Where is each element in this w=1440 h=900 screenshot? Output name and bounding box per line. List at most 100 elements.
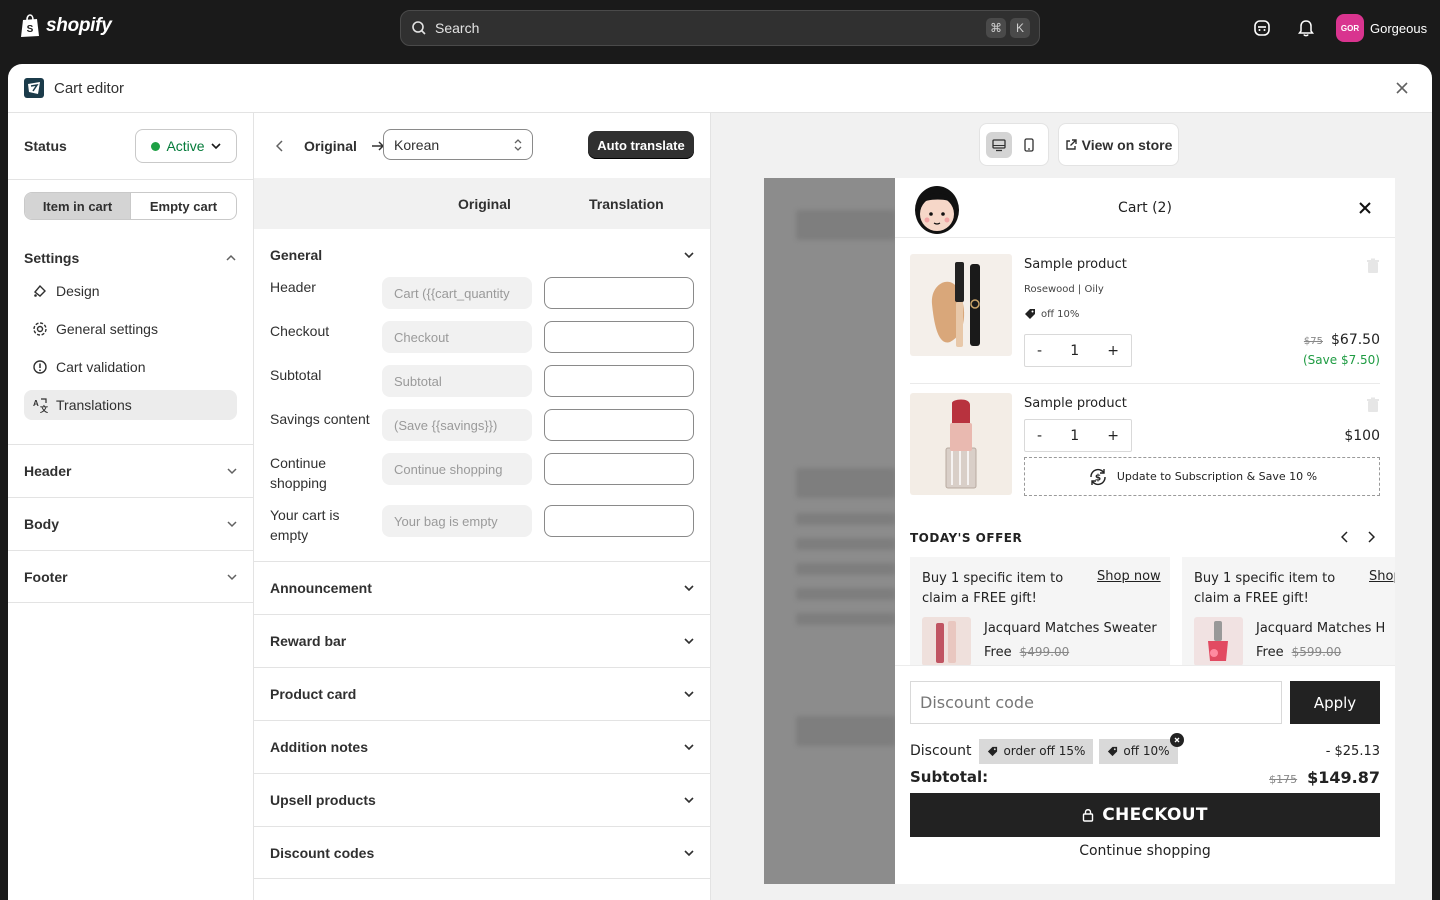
empty-cart-tab[interactable]: Empty cart <box>131 193 236 219</box>
auto-translate-button[interactable]: Auto translate <box>588 131 694 159</box>
target-language-select[interactable]: Korean <box>383 129 533 160</box>
svg-text:A: A <box>33 399 39 408</box>
quantity-stepper[interactable]: - 1 + <box>1024 334 1132 367</box>
desktop-icon[interactable] <box>986 131 1012 158</box>
preview-panel: View on store Cart (2) Sample product Ro… <box>711 113 1432 900</box>
device-toggle <box>979 123 1049 166</box>
current-price: $100 <box>1344 428 1380 444</box>
offer-card: Buy 1 specific item to claim a FREE gift… <box>910 557 1170 665</box>
product-image[interactable] <box>910 254 1012 356</box>
bell-icon[interactable] <box>1296 18 1316 38</box>
section-header[interactable]: Header <box>8 444 254 497</box>
nav-item-design[interactable]: Design <box>24 276 237 306</box>
discount-row: Discount order off 15% off 10% - $25.13 <box>910 732 1380 764</box>
chevron-down-icon <box>227 573 237 580</box>
offer-product-image[interactable] <box>922 617 971 665</box>
section-announcement[interactable]: Announcement <box>254 561 710 614</box>
field-label: Subtotal <box>270 367 322 383</box>
sidekick-icon[interactable] <box>1252 18 1272 38</box>
chevron-down-icon <box>684 849 694 856</box>
section-discount-codes[interactable]: Discount codes <box>254 826 710 879</box>
section-footer[interactable]: Footer <box>8 550 254 603</box>
source-language: Original <box>304 137 357 154</box>
original-column-header: Original <box>458 195 511 212</box>
subtotal-row: Subtotal: $175 $149.87 <box>910 766 1380 788</box>
cart-title: Cart (2) <box>1118 199 1172 216</box>
remove-tag-icon[interactable] <box>1169 732 1184 747</box>
cart-editor-modal: Cart editor Status Active Item in cart E… <box>8 64 1432 900</box>
plus-icon[interactable]: + <box>1107 343 1119 359</box>
cart-drawer-preview: Cart (2) Sample product Rosewood | Oily … <box>895 178 1395 884</box>
section-upsell-products[interactable]: Upsell products <box>254 773 710 826</box>
shop-now-link[interactable]: Shop now <box>1369 569 1395 584</box>
minus-icon[interactable]: - <box>1037 343 1042 359</box>
checkout-label: CHECKOUT <box>1102 805 1208 825</box>
original-value: (Save {{savings}}) <box>382 409 532 441</box>
store-menu[interactable]: GOR Gorgeous <box>1336 14 1427 42</box>
offer-product-image[interactable] <box>1194 617 1243 665</box>
svg-text:$: $ <box>1095 473 1101 483</box>
general-section-header[interactable]: General <box>254 229 710 281</box>
chevron-right-icon[interactable] <box>1363 529 1379 545</box>
status-dot-icon <box>151 141 161 151</box>
section-label: Discount codes <box>270 844 375 861</box>
nav-label: Design <box>56 283 100 299</box>
nav-item-general-settings[interactable]: General settings <box>24 314 237 344</box>
settings-sidebar: Status Active Item in cart Empty cart Se… <box>8 113 254 900</box>
shortcut-k-key: K <box>1010 18 1030 38</box>
section-body[interactable]: Body <box>8 497 254 550</box>
checkout-button[interactable]: CHECKOUT <box>910 793 1380 837</box>
nav-item-cart-validation[interactable]: Cart validation <box>24 352 237 382</box>
translation-input[interactable] <box>544 505 694 537</box>
product-name[interactable]: Sample product <box>1024 396 1127 411</box>
product-image[interactable] <box>910 393 1012 495</box>
free-label: Free <box>1256 645 1284 660</box>
subtotal-old: $175 <box>1269 772 1298 786</box>
discount-text: off 10% <box>1041 308 1080 320</box>
close-icon[interactable] <box>1392 78 1412 98</box>
search-bar[interactable]: Search ⌘ K <box>400 10 1040 46</box>
chevron-up-icon <box>226 254 236 261</box>
back-chevron-icon[interactable] <box>270 136 290 156</box>
apply-button[interactable]: Apply <box>1290 681 1380 724</box>
nav-item-translations[interactable]: A文 Translations <box>24 390 237 420</box>
minus-icon[interactable]: - <box>1037 428 1042 444</box>
mobile-icon[interactable] <box>1016 132 1042 158</box>
discount-tag: off 10% <box>1099 732 1184 764</box>
offer-card: Buy 1 specific item to claim a FREE gift… <box>1182 557 1395 665</box>
continue-shopping-link[interactable]: Continue shopping <box>895 843 1395 859</box>
plus-icon[interactable]: + <box>1107 428 1119 444</box>
translation-column-header: Translation <box>589 195 664 212</box>
savings-text: (Save $7.50) <box>1303 353 1380 367</box>
select-arrows-icon <box>514 138 522 151</box>
item-in-cart-tab[interactable]: Item in cart <box>25 193 131 219</box>
translation-input[interactable] <box>544 365 694 397</box>
old-price: $75 <box>1303 336 1323 347</box>
svg-text:文: 文 <box>40 404 48 413</box>
offer-price: Free $499.00 <box>984 645 1069 660</box>
product-name[interactable]: Sample product <box>1024 257 1127 272</box>
view-on-store-button[interactable]: View on store <box>1058 123 1179 166</box>
shop-now-link[interactable]: Shop now <box>1097 569 1161 584</box>
close-icon[interactable] <box>1357 200 1373 216</box>
trash-icon[interactable] <box>1366 397 1380 413</box>
section-product-card[interactable]: Product card <box>254 667 710 720</box>
translation-input[interactable] <box>544 321 694 353</box>
trash-icon[interactable] <box>1366 258 1380 274</box>
chevron-left-icon[interactable] <box>1337 529 1353 545</box>
offer-old-price: $499.00 <box>1019 645 1070 659</box>
blurred-block <box>796 210 896 240</box>
translation-input[interactable] <box>544 277 694 309</box>
shopify-logo[interactable]: S shopify <box>20 14 112 38</box>
section-addition-notes[interactable]: Addition notes <box>254 720 710 773</box>
subscription-text: Update to Subscription & Save 10 % <box>1116 470 1318 483</box>
blurred-line <box>796 563 896 575</box>
status-dropdown[interactable]: Active <box>135 129 237 163</box>
section-reward-bar[interactable]: Reward bar <box>254 614 710 667</box>
translation-input[interactable] <box>544 453 694 485</box>
quantity-stepper[interactable]: - 1 + <box>1024 419 1132 452</box>
discount-code-input[interactable]: Discount code <box>910 681 1282 724</box>
settings-section-header[interactable]: Settings <box>24 250 237 266</box>
translation-input[interactable] <box>544 409 694 441</box>
subscription-upgrade-button[interactable]: $ Update to Subscription & Save 10 % <box>1024 457 1380 496</box>
